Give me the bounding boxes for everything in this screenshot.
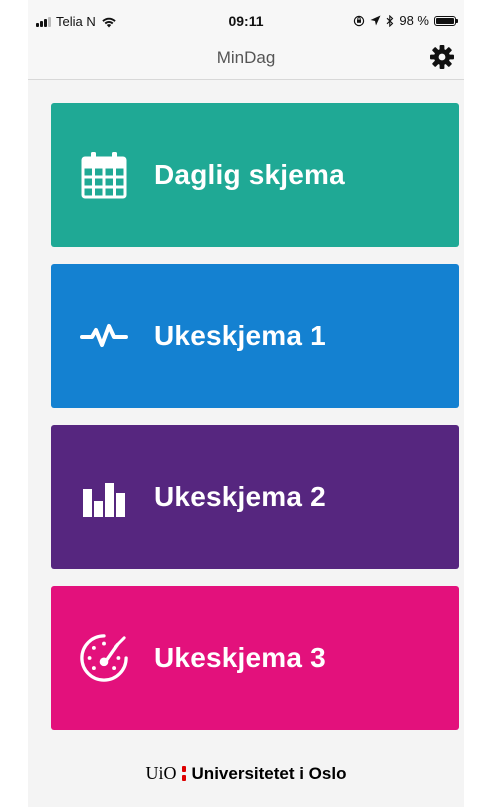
pulse-icon: [79, 311, 129, 361]
bar-chart-icon: [79, 472, 129, 522]
tile-label: Ukeskjema 1: [154, 320, 326, 351]
gear-icon: [430, 45, 454, 69]
tile-label: Ukeskjema 3: [154, 642, 326, 673]
ukeskjema-3-button[interactable]: Ukeskjema 3: [51, 586, 459, 730]
university-logo: UiO Universitetet i Oslo: [28, 763, 464, 784]
battery-icon: [434, 15, 458, 26]
status-right: 98 %: [353, 13, 458, 28]
navigation-bar: MinDag: [28, 40, 464, 80]
tile-label: Ukeskjema 2: [154, 481, 326, 512]
tile-label: Daglig skjema: [154, 159, 345, 190]
speedometer-icon: [79, 633, 129, 683]
status-bar: Telia N 09:11 98 %: [28, 0, 464, 40]
page-title: MinDag: [216, 48, 276, 67]
battery-fill: [436, 17, 454, 24]
daglig-skjema-button[interactable]: Daglig skjema: [51, 103, 459, 247]
app-screen: Telia N 09:11 98 % MinDag Daglig skjema …: [28, 0, 464, 807]
bluetooth-icon: [386, 14, 394, 27]
ukeskjema-1-button[interactable]: Ukeskjema 1: [51, 264, 459, 408]
calendar-icon: [79, 150, 129, 200]
battery-percentage: 98 %: [399, 13, 429, 28]
orientation-lock-icon: [354, 15, 365, 26]
location-arrow-icon: [370, 15, 381, 26]
settings-button[interactable]: [428, 43, 456, 71]
university-name: Universitetet i Oslo: [191, 763, 347, 783]
uio-colon-mark: [181, 766, 186, 781]
uio-wordmark: UiO: [145, 763, 177, 783]
ukeskjema-2-button[interactable]: Ukeskjema 2: [51, 425, 459, 569]
